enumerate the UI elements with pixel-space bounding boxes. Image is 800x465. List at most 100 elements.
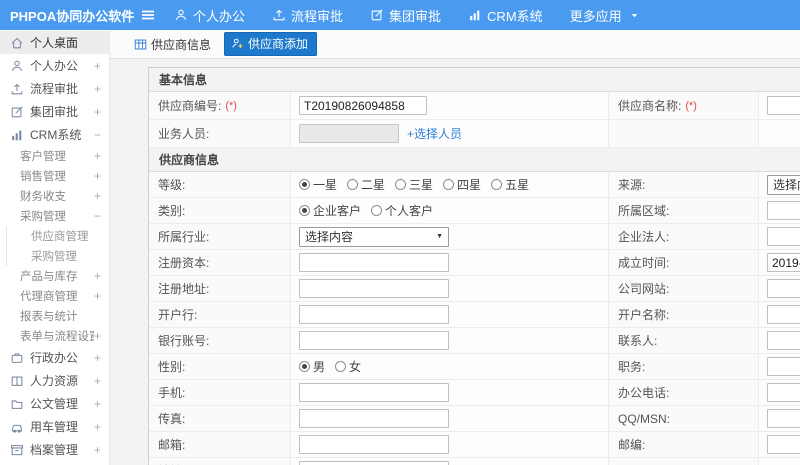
field-cell (759, 354, 800, 379)
text-input[interactable] (299, 305, 449, 324)
topnav-item[interactable]: 流程审批 (272, 6, 343, 25)
radio-option[interactable]: 女 (335, 358, 361, 375)
sidebar-item-行政办公[interactable]: 行政办公 + (0, 346, 109, 369)
radio-button[interactable] (371, 205, 383, 216)
radio-button[interactable] (347, 179, 359, 190)
expand-toggle-icon[interactable]: + (94, 444, 101, 456)
expand-toggle-icon[interactable]: + (94, 352, 101, 364)
radio-option[interactable]: 五星 (491, 176, 529, 193)
sidebar-item-供应商管理[interactable]: 供应商管理 (6, 226, 109, 246)
text-input[interactable] (767, 435, 800, 454)
text-input[interactable] (767, 383, 800, 402)
expand-toggle-icon[interactable]: + (94, 150, 101, 162)
topnav-item[interactable]: 个人办公 (174, 6, 245, 25)
sidebar-item-档案管理[interactable]: 档案管理 + (0, 438, 109, 461)
expand-toggle-icon[interactable]: + (94, 398, 101, 410)
sidebar-item-label: 个人桌面 (30, 36, 79, 50)
radio-button[interactable] (299, 179, 310, 190)
text-input[interactable] (767, 409, 800, 428)
sidebar-item-集团审批[interactable]: 集团审批 + (0, 100, 109, 123)
expand-toggle-icon[interactable]: − (94, 129, 101, 141)
field-label: QQ/MSN: (618, 411, 671, 426)
expand-toggle-icon[interactable]: + (94, 330, 101, 342)
topnav-item[interactable]: CRM系统 (468, 6, 543, 25)
text-input[interactable] (767, 331, 800, 350)
hamburger-menu-icon[interactable] (140, 7, 156, 23)
sidebar-item-销售管理[interactable]: 销售管理 + (0, 166, 109, 186)
text-input[interactable] (299, 461, 449, 465)
text-input[interactable] (299, 96, 427, 115)
topnav-item-label: 流程审批 (291, 8, 344, 24)
expand-toggle-icon[interactable]: + (94, 290, 101, 302)
text-input[interactable] (767, 201, 800, 220)
radio-button[interactable] (299, 205, 310, 216)
expand-toggle-icon[interactable]: + (94, 270, 101, 282)
radio-button[interactable] (443, 179, 455, 190)
select-person-link[interactable]: +选择人员 (407, 125, 462, 142)
sidebar-item-采购管理[interactable]: 采购管理 (6, 246, 109, 266)
text-input[interactable] (299, 409, 449, 428)
sidebar-item-代理商管理[interactable]: 代理商管理 + (0, 286, 109, 306)
field-label: 开户名称: (618, 308, 670, 322)
radio-button[interactable] (491, 179, 503, 190)
radio-option[interactable]: 三星 (395, 176, 433, 193)
select-input[interactable]: 选择内容▼ (767, 174, 800, 195)
radio-button[interactable] (335, 361, 347, 372)
text-input[interactable] (767, 305, 800, 324)
car-icon (10, 420, 24, 434)
radio-option[interactable]: 二星 (347, 176, 385, 193)
expand-toggle-icon[interactable]: − (94, 210, 101, 222)
sidebar-item-label: 采购管理 (20, 211, 66, 223)
tab-supplier-add[interactable]: 供应商添加 (224, 32, 318, 56)
radio-option[interactable]: 男 (299, 358, 325, 375)
sidebar-item-客户管理[interactable]: 客户管理 + (0, 146, 109, 166)
sidebar-item-人力资源[interactable]: 人力资源 + (0, 369, 109, 392)
sidebar-item-个人办公[interactable]: 个人办公 + (0, 54, 109, 77)
expand-toggle-icon[interactable]: + (94, 375, 101, 387)
text-input[interactable] (767, 227, 800, 246)
form-row: 供应商编号:(*)供应商名称:(*) (149, 92, 800, 120)
expand-toggle-icon[interactable]: + (94, 170, 101, 182)
text-input[interactable] (299, 331, 449, 350)
text-input[interactable] (299, 383, 449, 402)
sidebar-item-财务收支[interactable]: 财务收支 + (0, 186, 109, 206)
radio-option[interactable]: 企业客户 (299, 202, 361, 219)
radio-option[interactable]: 个人客户 (371, 202, 433, 219)
radio-button[interactable] (299, 361, 310, 372)
radio-button[interactable] (395, 179, 407, 190)
field-label: 注册地址: (158, 282, 210, 296)
sidebar-item-label: 用车管理 (30, 420, 79, 434)
expand-toggle-icon[interactable]: + (94, 106, 101, 118)
form-row: 地址: (149, 458, 800, 465)
radio-option[interactable]: 四星 (443, 176, 481, 193)
sidebar-item-产品与库存[interactable]: 产品与库存 + (0, 266, 109, 286)
sidebar-item-表单与流程设置[interactable]: 表单与流程设置 + (0, 326, 109, 346)
topnav-item[interactable]: 更多应用 (570, 6, 639, 25)
field-label: 开户行: (158, 308, 198, 322)
text-input[interactable] (299, 435, 449, 454)
expand-toggle-icon[interactable]: + (94, 190, 101, 202)
topnav-item[interactable]: 集团审批 (370, 6, 441, 25)
text-input[interactable] (299, 253, 449, 272)
tab-supplier-info[interactable]: 供应商信息 (134, 36, 211, 53)
expand-toggle-icon[interactable]: + (94, 60, 101, 72)
radio-option[interactable]: 一星 (299, 176, 337, 193)
sidebar-item-流程审批[interactable]: 流程审批 + (0, 77, 109, 100)
text-input[interactable] (767, 279, 800, 298)
text-input[interactable] (299, 279, 449, 298)
sidebar-item-采购管理[interactable]: 采购管理 − (0, 206, 109, 226)
sidebar-item-个人桌面[interactable]: 个人桌面 (0, 31, 109, 54)
text-input[interactable] (767, 253, 800, 272)
expand-toggle-icon[interactable]: + (94, 83, 101, 95)
sidebar-item-报表与统计[interactable]: 报表与统计 (0, 306, 109, 326)
text-input[interactable] (767, 96, 800, 115)
expand-toggle-icon[interactable]: + (94, 421, 101, 433)
label-cell: 成立时间: (609, 250, 759, 275)
sidebar-item-用车管理[interactable]: 用车管理 + (0, 415, 109, 438)
tab-bar: 供应商信息 供应商添加 (110, 30, 800, 59)
sidebar-item-CRM系统[interactable]: CRM系统 − (0, 123, 109, 146)
label-cell: 传真: (149, 406, 291, 431)
select-input[interactable]: 选择内容▼ (299, 226, 449, 247)
text-input[interactable] (767, 357, 800, 376)
sidebar-item-公文管理[interactable]: 公文管理 + (0, 392, 109, 415)
